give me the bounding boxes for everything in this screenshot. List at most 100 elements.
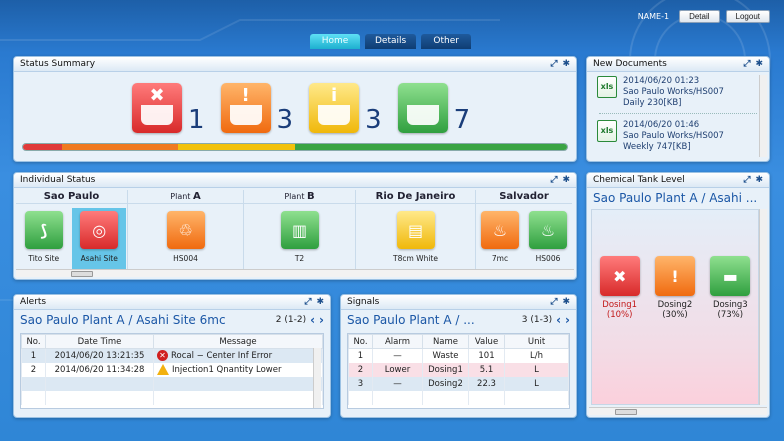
page-count: 3 (1-3) — [521, 315, 553, 325]
summary-info[interactable]: i 3 — [309, 83, 382, 133]
tab-home[interactable]: Home — [310, 34, 360, 49]
expand-icon[interactable]: ⤢ — [304, 297, 311, 307]
normal-tank-icon — [397, 83, 448, 133]
panel-title: Alerts — [20, 297, 47, 307]
col-no[interactable]: No. — [348, 334, 373, 349]
doc-path: Sao Paulo Works/HS007 — [623, 131, 724, 141]
gear-icon[interactable]: ✱ — [562, 297, 570, 307]
summary-normal[interactable]: 7 — [397, 83, 470, 133]
site-tito[interactable]: ⟆ Tito Site — [17, 208, 71, 272]
col-datetime[interactable]: Date Time — [45, 334, 154, 349]
site-t2[interactable]: ▥ T2 — [273, 208, 327, 272]
logout-button[interactable]: Logout — [725, 10, 770, 23]
ratio-info — [178, 144, 296, 150]
expand-icon[interactable]: ⤢ — [550, 175, 557, 185]
gear-icon[interactable]: ✱ — [562, 59, 570, 69]
prev-page-icon[interactable]: ‹ — [556, 313, 561, 327]
gear-icon[interactable]: ✱ — [316, 297, 324, 307]
warning-count: 3 — [276, 105, 294, 135]
horizontal-scrollbar[interactable] — [589, 407, 767, 415]
tank-dosing3[interactable]: ▬ Dosing3 (73%) — [710, 256, 751, 320]
summary-warning[interactable]: ! 3 — [220, 83, 294, 135]
col-unit[interactable]: Unit — [504, 334, 569, 349]
cell-no: 2 — [348, 362, 373, 377]
cell-unit: L — [504, 376, 569, 391]
site-label: T2 — [294, 254, 305, 263]
prev-page-icon[interactable]: ‹ — [310, 313, 315, 327]
gear-icon[interactable]: ✱ — [755, 175, 763, 185]
next-page-icon[interactable]: › — [565, 313, 570, 327]
site-label: T8cm White — [393, 254, 438, 263]
col-name[interactable]: Name — [422, 334, 469, 349]
warning-tank-icon: ! — [220, 83, 271, 133]
expand-icon[interactable]: ⤢ — [743, 59, 750, 69]
cell-no: 2 — [21, 362, 46, 377]
tank-dosing1[interactable]: ✖ Dosing1 (10%) — [599, 256, 640, 320]
col-alarm[interactable]: Alarm — [372, 334, 423, 349]
status-summary-panel: Status Summary ⤢ ✱ ✖ 1 ! 3 i 3 7 — [13, 56, 577, 162]
expand-icon[interactable]: ⤢ — [550, 297, 557, 307]
table-row[interactable]: 2 Lower Dosing1 5.1 L — [348, 362, 569, 377]
col-no[interactable]: No. — [21, 334, 46, 349]
chemical-tank-panel: Chemical Tank Level ⤢ ✱ Sao Paulo Plant … — [586, 172, 770, 418]
gear-icon[interactable]: ✱ — [562, 175, 570, 185]
tank-location: Sao Paulo Plant A / Asahi ... — [593, 191, 758, 205]
site-hs004[interactable]: ♲ HS004 — [159, 208, 213, 272]
table-row[interactable]: 3 — Dosing2 22.3 L — [348, 376, 569, 391]
site-hs006[interactable]: ♨ HS006 — [524, 208, 572, 272]
site-label: Tito Site — [28, 254, 60, 263]
tab-details[interactable]: Details — [365, 34, 417, 49]
horizontal-scrollbar[interactable] — [16, 269, 574, 277]
expand-icon[interactable]: ⤢ — [743, 175, 750, 185]
scrollbar-thumb[interactable] — [615, 409, 637, 415]
expand-icon[interactable]: ⤢ — [550, 59, 557, 69]
cell-alarm: — — [372, 376, 423, 391]
pager: 2 (1-2) ‹ › — [276, 313, 324, 327]
panel-header: Chemical Tank Level ⤢ ✱ — [587, 173, 769, 188]
group-title-letter: B — [307, 191, 315, 202]
cell-value: 22.3 — [468, 376, 505, 391]
cell-datetime: 2014/06/20 11:34:28 — [45, 362, 154, 377]
table-row[interactable]: 1 2014/06/20 13:21:35 ✕ Rocal − Center In… — [21, 348, 323, 363]
site-t8cm-white[interactable]: ▤ T8cm White — [389, 208, 443, 272]
document-item[interactable]: xls 2014/06/20 01:46 Sao Paulo Works/HS0… — [587, 116, 769, 155]
group-title: Salvador — [476, 190, 572, 204]
panel-title: Individual Status — [20, 175, 96, 185]
summary-error[interactable]: ✖ 1 — [132, 83, 205, 133]
doc-date: 2014/06/20 01:46 — [623, 120, 700, 130]
info-tank-icon: i — [309, 83, 360, 133]
cell-datetime: 2014/06/20 13:21:35 — [45, 348, 154, 363]
tank-dosing2[interactable]: ! Dosing2 (30%) — [654, 256, 695, 320]
site-asahi[interactable]: ◎ Asahi Site — [72, 208, 127, 272]
table-row[interactable]: 2 2014/06/20 11:34:28 Injection1 Qnantit… — [21, 362, 323, 377]
error-tank-icon: ✖ — [132, 83, 182, 133]
detail-button[interactable]: Detail — [679, 10, 720, 23]
group-title-prefix: Plant — [170, 192, 191, 201]
col-value[interactable]: Value — [468, 334, 505, 349]
top-bar: NAME-1 Detail Logout — [638, 10, 770, 23]
next-page-icon[interactable]: › — [319, 313, 324, 327]
col-message[interactable]: Message — [153, 334, 323, 349]
cell-unit: L/h — [504, 348, 569, 363]
signals-table: No. Alarm Name Value Unit 1 — Waste 101 … — [347, 333, 570, 409]
document-item[interactable]: xls 2014/06/20 01:23 Sao Paulo Works/HS0… — [587, 72, 769, 111]
group-title-prefix: Plant — [284, 192, 305, 201]
gear-icon[interactable]: ✱ — [755, 59, 763, 69]
vertical-scrollbar[interactable] — [759, 75, 767, 157]
page-count: 2 (1-2) — [275, 315, 307, 325]
site-label: HS004 — [173, 254, 198, 263]
group-sao-paulo: Sao Paulo ⟆ Tito Site ◎ Asahi Site — [16, 190, 128, 272]
site-7mc[interactable]: ♨ 7mc — [476, 208, 524, 272]
doc-desc: Weekly 747[KB] — [623, 142, 691, 152]
tank-normal-icon: ▬ — [710, 256, 751, 296]
panel-title: Chemical Tank Level — [593, 175, 685, 185]
vertical-scrollbar[interactable] — [313, 348, 321, 408]
scrollbar-thumb[interactable] — [71, 271, 93, 277]
site-label: HS006 — [535, 254, 561, 263]
tab-other[interactable]: Other — [421, 34, 472, 49]
group-rio-de-janeiro: Rio De Janeiro ▤ T8cm White — [356, 190, 476, 272]
tank-area: ✖ Dosing1 (10%) ! Dosing2 (30%) ▬ Dosing… — [591, 209, 759, 405]
vertical-scrollbar[interactable] — [759, 209, 767, 405]
ratio-error — [23, 144, 62, 150]
table-row[interactable]: 1 — Waste 101 L/h — [348, 348, 569, 363]
